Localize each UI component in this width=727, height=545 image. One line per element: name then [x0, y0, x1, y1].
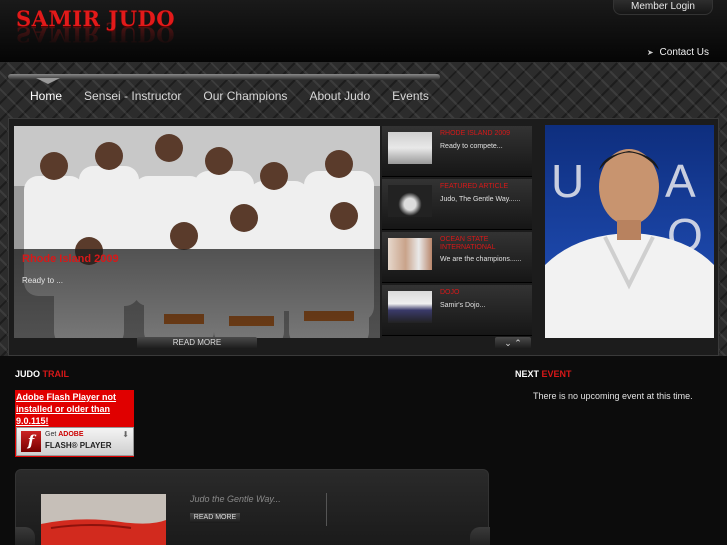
- judo-trail-image[interactable]: [41, 494, 166, 545]
- main-nav: Home Sensei - Instructor Our Champions A…: [8, 74, 440, 110]
- judo-trail-heading-red: TRAIL: [42, 369, 70, 379]
- flash-warning-link[interactable]: Adobe Flash Player not installed or olde…: [16, 391, 126, 427]
- slide-caption-text: Ready to ...: [22, 276, 63, 285]
- thumb-image: [388, 291, 432, 323]
- thumb-title: DOJO: [440, 289, 460, 296]
- next-event-heading-red: EVENT: [541, 369, 572, 379]
- slide-caption-title[interactable]: Rhode Island 2009: [22, 253, 119, 265]
- arrow-right-icon: ➤: [646, 48, 654, 57]
- trail-next-arrow[interactable]: [470, 527, 490, 545]
- nav-item-sensei-instructor[interactable]: Sensei - Instructor: [84, 89, 181, 103]
- trail-divider: [326, 493, 327, 526]
- thumb-text: Judo, The Gentle Way......: [440, 196, 521, 203]
- slide-nav-arrows[interactable]: ⌄ ⌃: [495, 337, 531, 349]
- flash-get-label: Get ADOBE: [45, 431, 84, 438]
- flash-player-label: FLASH® PLAYER: [45, 441, 112, 450]
- member-login-link[interactable]: Member Login: [613, 0, 713, 15]
- thumb-item[interactable]: OCEAN STATE INTERNATIONAL We are the cha…: [382, 232, 532, 283]
- thumb-image: [388, 238, 432, 270]
- thumb-item[interactable]: FEATURED ARTICLE Judo, The Gentle Way...…: [382, 179, 532, 230]
- trail-prev-arrow[interactable]: [15, 527, 35, 545]
- nav-item-home[interactable]: Home: [30, 89, 62, 103]
- next-event-heading: NEXT EVENT: [515, 369, 572, 379]
- sensei-photo[interactable]: U A O: [545, 125, 714, 338]
- svg-text:A: A: [665, 155, 696, 207]
- thumb-text: We are the champions......: [440, 256, 522, 263]
- judo-trail-read-more-button[interactable]: READ MORE: [190, 513, 240, 523]
- thumb-title: FEATURED ARTICLE: [440, 183, 509, 190]
- nav-item-events[interactable]: Events: [392, 89, 429, 103]
- thumb-title: OCEAN STATE INTERNATIONAL: [440, 236, 496, 251]
- contact-us-label: Contact Us: [659, 47, 709, 58]
- judo-trail-item-title[interactable]: Judo the Gentle Way...: [190, 494, 281, 504]
- slide-read-more-button[interactable]: READ MORE: [137, 337, 257, 349]
- download-arrow-icon: ⬇: [122, 430, 129, 439]
- flash-adobe-word: ADOBE: [58, 431, 84, 438]
- nav-item-about-judo[interactable]: About Judo: [309, 89, 370, 103]
- thumb-text: Ready to compete...: [440, 143, 503, 150]
- thumb-image: [388, 132, 432, 164]
- thumb-item[interactable]: RHODE ISLAND 2009 Ready to compete...: [382, 126, 532, 177]
- next-event-text: There is no upcoming event at this time.: [533, 391, 693, 401]
- judo-trail-heading: JUDO TRAIL: [15, 369, 69, 379]
- nav-active-indicator: [36, 78, 60, 84]
- flash-get-word: Get: [45, 431, 57, 438]
- site-logo-reflection: SAMIR JUDO: [16, 22, 176, 47]
- judo-trail-heading-white: JUDO: [15, 369, 41, 379]
- thumb-image: [388, 185, 432, 217]
- svg-text:U: U: [551, 155, 584, 207]
- thumb-title: RHODE ISLAND 2009: [440, 130, 511, 137]
- nav-item-our-champions[interactable]: Our Champions: [203, 89, 287, 103]
- next-event-heading-white: NEXT: [515, 369, 540, 379]
- nav-bar-edge: [8, 74, 440, 80]
- thumb-text: Samir's Dojo...: [440, 302, 486, 309]
- slideshow-thumbnails: RHODE ISLAND 2009 Ready to compete... FE…: [382, 126, 532, 338]
- get-flash-player-button[interactable]: f Get ADOBE FLASH® PLAYER ⬇: [16, 427, 134, 456]
- contact-us-link[interactable]: ➤ Contact Us: [647, 47, 709, 58]
- flash-logo-icon: f: [21, 431, 41, 452]
- thumb-item[interactable]: DOJO Samir's Dojo...: [382, 285, 532, 336]
